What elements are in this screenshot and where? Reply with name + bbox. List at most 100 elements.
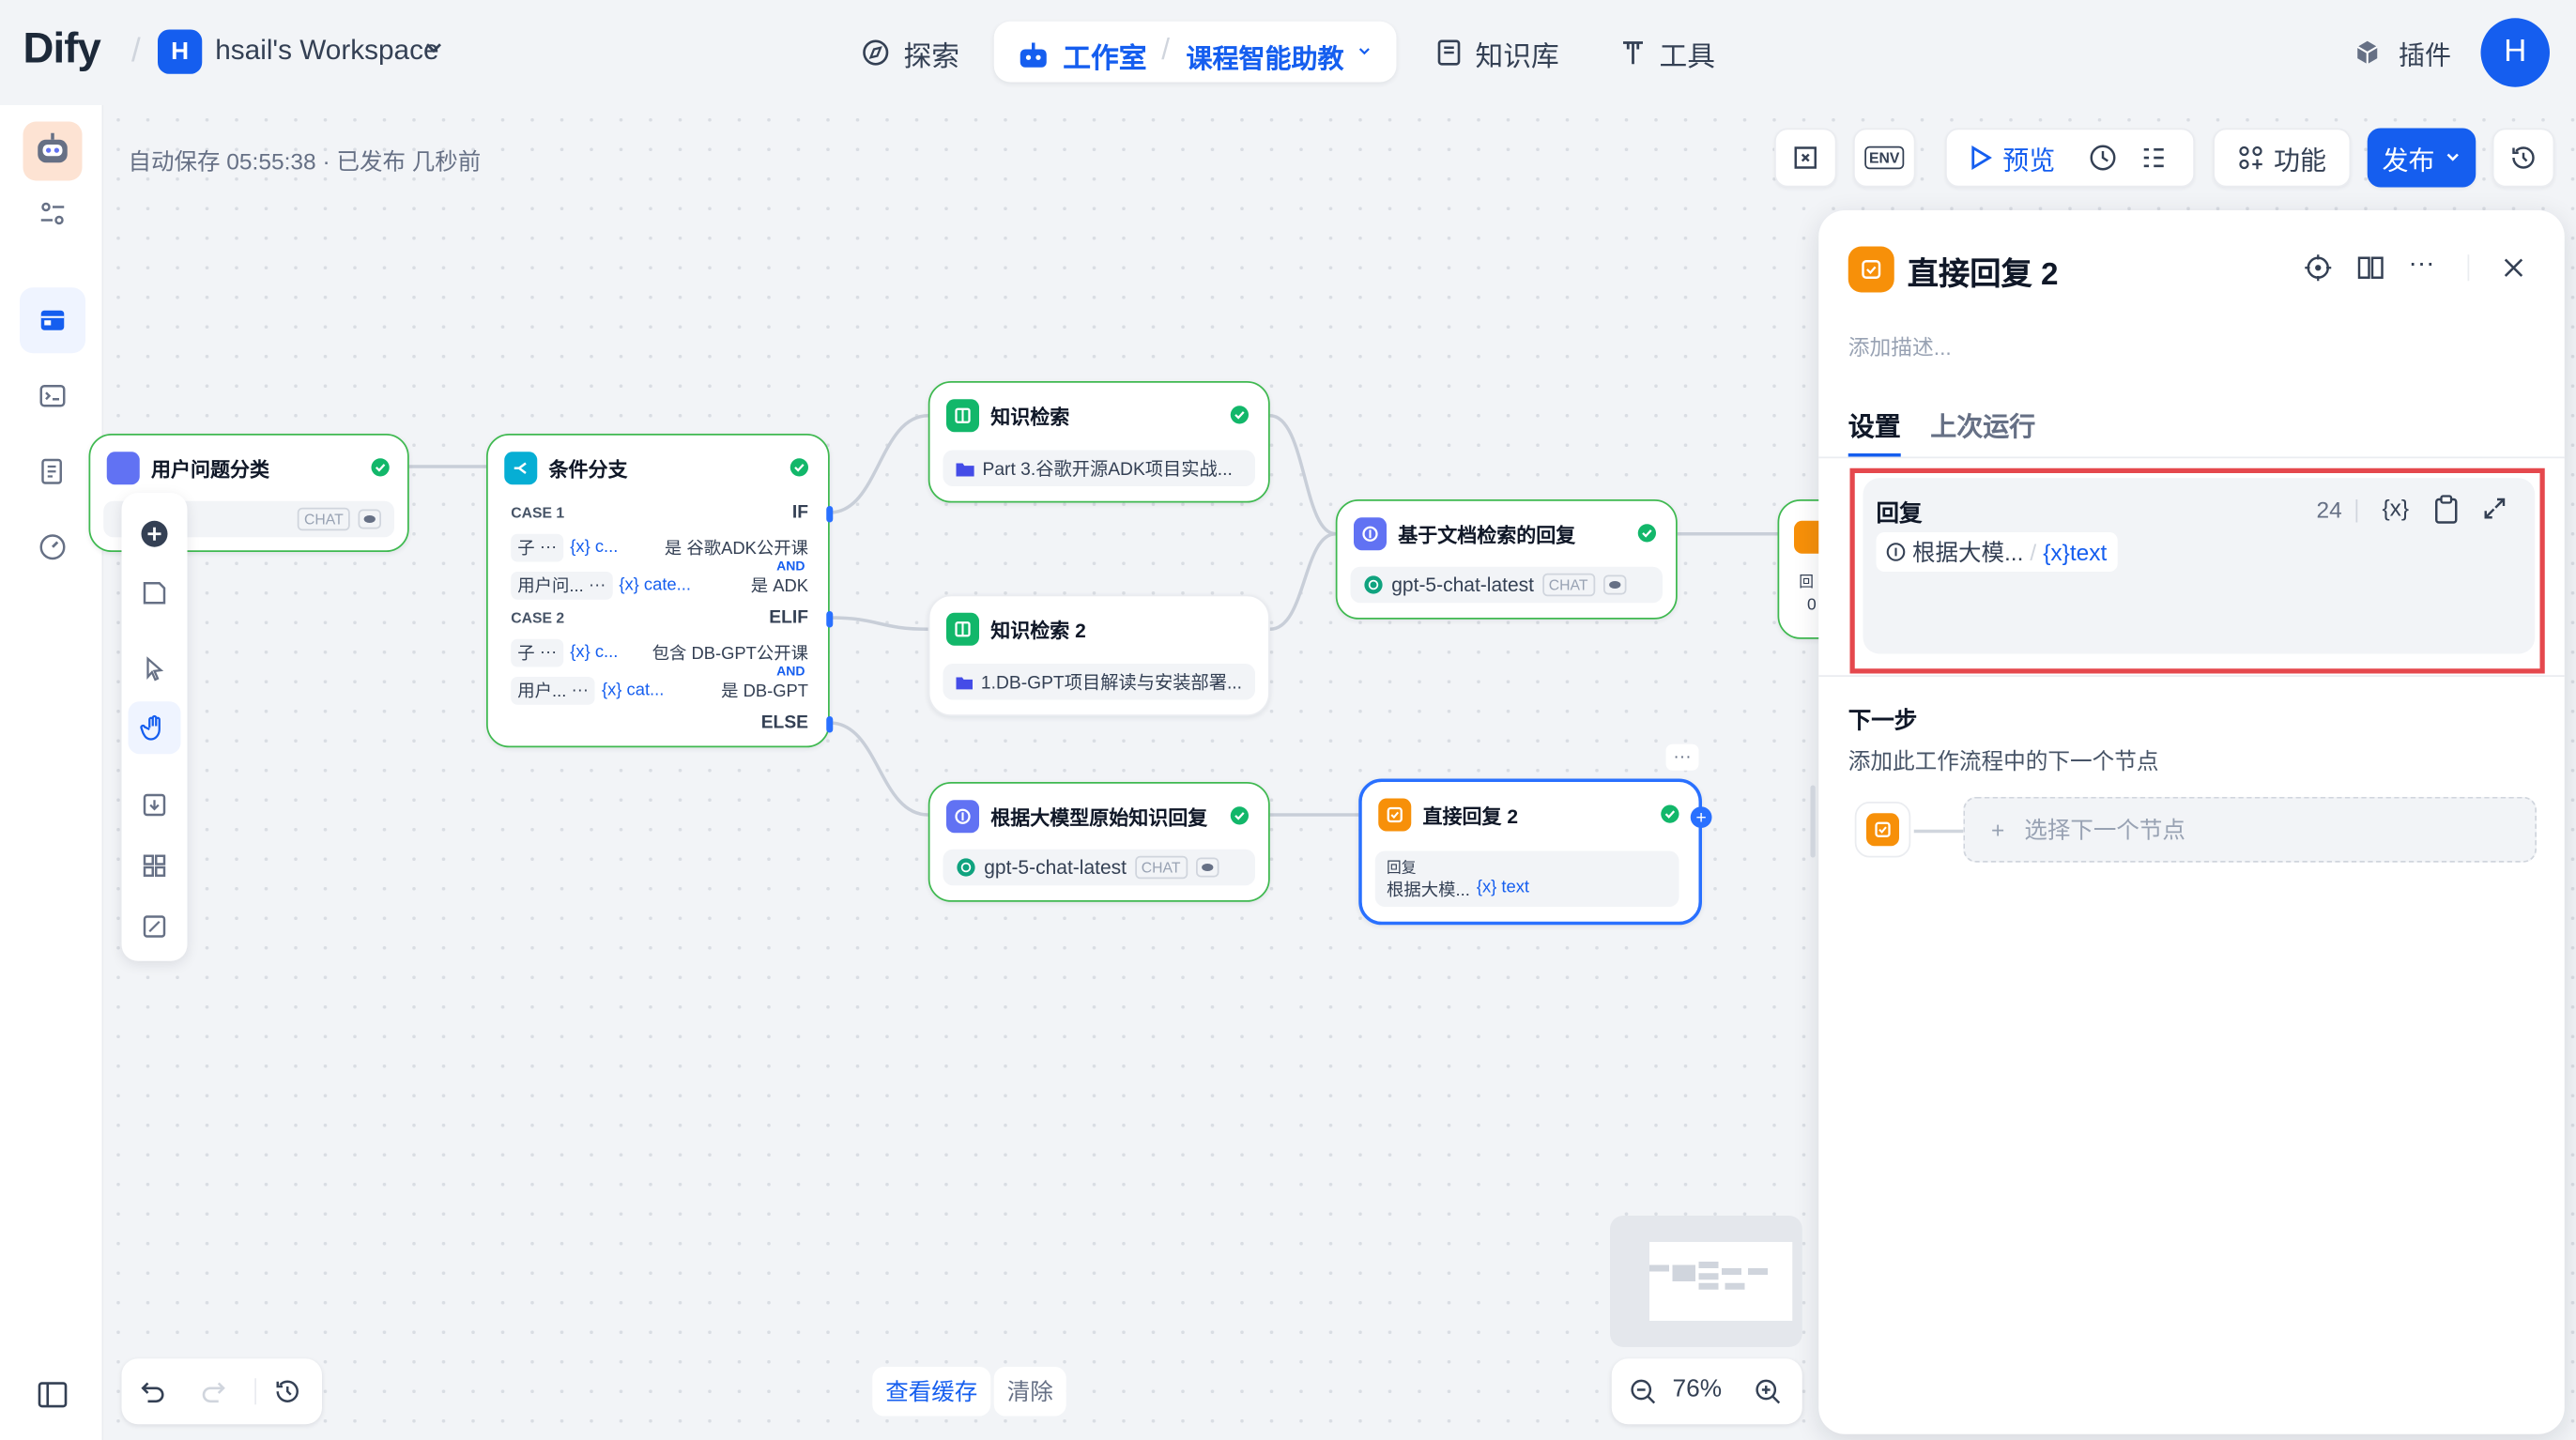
node-knowledge-retrieval-2[interactable]: 知识检索 2 1.DB-GPT项目解读与安装部署... xyxy=(928,594,1270,716)
else-label: ELSE xyxy=(760,712,808,733)
condition-op: 是 谷歌ADK公开课 xyxy=(664,538,808,559)
history-clock-icon[interactable] xyxy=(2088,143,2118,173)
zoom-controls: 76% xyxy=(1611,1358,1802,1425)
panel-title[interactable]: 直接回复 2 xyxy=(1908,250,2059,294)
success-check-icon xyxy=(1637,524,1656,543)
play-icon[interactable] xyxy=(1970,145,1993,171)
out-port xyxy=(406,460,412,477)
more-icon[interactable]: ··· xyxy=(2409,250,2435,280)
connector-line xyxy=(1913,829,1964,833)
clear-button[interactable]: 清除 xyxy=(993,1367,1066,1417)
dataset-name: Part 3.谷歌开源ADK项目实战... xyxy=(982,460,1233,480)
chevron-down-icon xyxy=(2446,153,2459,161)
minimap[interactable] xyxy=(1610,1216,1802,1347)
condition-row: 子 ··· {x} c... 包含 DB-GPT公开课 xyxy=(511,637,808,667)
export-image-icon[interactable] xyxy=(129,779,181,832)
var-label: 用户... xyxy=(517,681,567,701)
model-name: gpt-5-chat-latest xyxy=(984,855,1127,880)
minimap-nodes xyxy=(1649,1262,1768,1290)
close-icon[interactable] xyxy=(2502,256,2525,280)
answer-icon xyxy=(1378,798,1412,832)
node-if-else[interactable]: 条件分支 CASE 1 IF 子 ··· {x} c... 是 谷歌ADK公开课 … xyxy=(486,434,834,748)
add-node-icon[interactable] xyxy=(129,508,181,560)
env-label: ENV xyxy=(1863,146,1905,170)
answer-label: 回复 xyxy=(1387,859,1417,876)
highlight-box xyxy=(1849,467,2545,674)
success-check-icon xyxy=(1230,806,1249,825)
node-llm-raw[interactable]: 根据大模型原始知识回复 gpt-5-chat-latest CHAT xyxy=(928,782,1270,902)
else-port[interactable] xyxy=(826,716,834,733)
dots: ··· xyxy=(571,680,589,700)
node-header: 用户问题分类 xyxy=(106,452,269,485)
select-next-node-button[interactable]: + 选择下一个节点 xyxy=(1963,796,2537,863)
eye-icon xyxy=(1602,574,1626,595)
view-cache-button[interactable]: 查看缓存 xyxy=(872,1367,991,1417)
pointer-icon[interactable] xyxy=(129,642,181,695)
node-llm-doc[interactable]: 基于文档检索的回复 gpt-5-chat-latest CHAT xyxy=(1335,499,1678,620)
select-next-label: 选择下一个节点 xyxy=(2024,816,2185,843)
model-row: gpt-5-chat-latest CHAT xyxy=(1350,566,1663,604)
elif-port[interactable] xyxy=(826,611,834,628)
node-header: 根据大模型原始知识回复 xyxy=(946,800,1208,834)
node-direct-answer-2[interactable]: 直接回复 2 回复 根据大模... {x} text + xyxy=(1358,778,1712,926)
redo-icon[interactable] xyxy=(201,1377,231,1407)
tab-settings[interactable]: 设置 xyxy=(1848,405,1901,444)
variable-chip: {x} text xyxy=(1476,877,1530,897)
checklist-button[interactable] xyxy=(1774,128,1837,188)
book-open-icon[interactable] xyxy=(2356,253,2386,283)
model-name: gpt-5-chat-latest xyxy=(1391,573,1535,597)
node-title: 条件分支 xyxy=(548,457,628,481)
hand-icon[interactable] xyxy=(128,701,181,755)
node-title: 知识检索 xyxy=(990,405,1070,428)
tab-last-run[interactable]: 上次运行 xyxy=(1930,405,2035,444)
description-input[interactable]: 添加描述... xyxy=(1848,330,1952,361)
success-check-icon xyxy=(371,458,390,477)
var-name: c... xyxy=(594,537,619,558)
preview-label[interactable]: 预览 xyxy=(2002,138,2055,177)
var-label: 子 xyxy=(517,538,535,559)
features-button[interactable]: 功能 xyxy=(2213,128,2352,188)
answer-ref: 根据大模... xyxy=(1387,881,1470,900)
branch-icon xyxy=(504,452,538,485)
condition-op: 包含 DB-GPT公开课 xyxy=(652,643,808,664)
chat-badge: CHAT xyxy=(1134,855,1188,880)
locate-icon[interactable] xyxy=(2304,253,2334,283)
answer-preview: 回复 根据大模... {x} text xyxy=(1374,850,1679,907)
features-label: 功能 xyxy=(2273,147,2326,176)
answer-icon xyxy=(1848,246,1894,293)
minimap-viewport xyxy=(1649,1242,1793,1321)
chat-badge: CHAT xyxy=(1541,573,1595,597)
add-next-node-icon[interactable]: + xyxy=(1690,806,1712,828)
more-icon[interactable]: ··· xyxy=(1665,743,1699,771)
organize-blocks-icon[interactable] xyxy=(129,839,181,892)
history-icon[interactable] xyxy=(273,1377,303,1407)
zoom-level[interactable]: 76% xyxy=(1673,1375,1723,1403)
publish-button[interactable]: 发布 xyxy=(2367,128,2476,188)
list-icon[interactable] xyxy=(2140,145,2167,171)
node-title: 根据大模型原始知识回复 xyxy=(990,805,1208,829)
condition-row: 用户... ··· {x} cat... 是 DB-GPT xyxy=(511,675,808,705)
variable-chip: {x} cate... xyxy=(619,574,691,595)
case-label: CASE 1 xyxy=(511,504,565,521)
knowledge-icon xyxy=(946,399,979,433)
undo-icon[interactable] xyxy=(136,1377,166,1407)
next-step-desc: 添加此工作流程中的下一个节点 xyxy=(1848,749,2159,774)
env-button[interactable]: ENV xyxy=(1853,128,1916,188)
next-step-title: 下一步 xyxy=(1848,706,1918,733)
node-knowledge-retrieval[interactable]: 知识检索 Part 3.谷歌开源ADK项目实战... xyxy=(928,381,1270,503)
success-check-icon xyxy=(1661,804,1679,823)
folder-icon xyxy=(956,462,974,476)
answer-icon xyxy=(1866,813,1899,847)
zoom-out-icon[interactable] xyxy=(1628,1377,1658,1407)
publish-label: 发布 xyxy=(2382,147,2435,176)
if-port[interactable] xyxy=(826,506,834,523)
panel-resize-handle[interactable] xyxy=(1810,785,1816,858)
version-history-button[interactable] xyxy=(2492,128,2555,188)
add-note-icon[interactable] xyxy=(129,567,181,620)
maximize-canvas-icon[interactable] xyxy=(129,900,181,953)
node-label: 回 xyxy=(1799,573,1815,590)
var-name: text xyxy=(1501,877,1530,897)
zoom-in-icon[interactable] xyxy=(1753,1377,1783,1407)
if-label: IF xyxy=(791,502,808,523)
case-label: CASE 2 xyxy=(511,609,565,626)
